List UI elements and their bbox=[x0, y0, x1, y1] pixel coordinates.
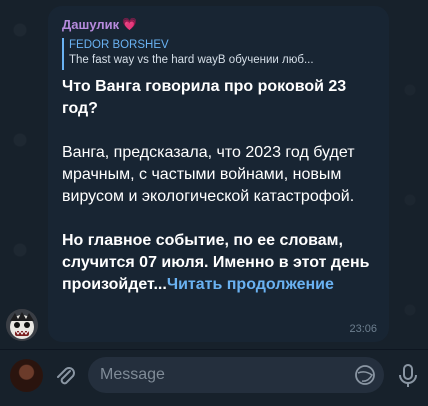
reply-preview[interactable]: FEDOR BORSHEV The fast way vs the hard w… bbox=[62, 38, 375, 70]
avatar-face-icon bbox=[6, 309, 38, 341]
message-composer: Message bbox=[0, 349, 428, 406]
reply-snippet: The fast way vs the hard wayВ обучении л… bbox=[69, 54, 314, 66]
emoji-icon[interactable] bbox=[354, 364, 376, 386]
message-text: Что Ванга говорила про роковой 23 год? В… bbox=[62, 76, 372, 296]
mic-icon[interactable] bbox=[396, 362, 420, 390]
message-input[interactable]: Message bbox=[88, 357, 384, 393]
sender-avatar[interactable] bbox=[6, 309, 38, 341]
heart-emoji: 💗 bbox=[122, 17, 138, 31]
sender-name-row[interactable]: Дашулик 💗 bbox=[62, 15, 375, 33]
message-title: Что Ванга говорила про роковой 23 год? bbox=[62, 78, 347, 117]
message-placeholder: Message bbox=[100, 366, 165, 383]
message-time: 23:06 bbox=[349, 323, 377, 335]
sender-name[interactable]: Дашулик bbox=[62, 17, 119, 32]
my-avatar[interactable] bbox=[10, 359, 43, 392]
attach-icon[interactable] bbox=[52, 363, 78, 389]
reply-author: FEDOR BORSHEV bbox=[69, 39, 169, 51]
read-more-link[interactable]: Читать продолжение bbox=[167, 276, 334, 293]
message-paragraph-2: Но главное событие, по ее словам, случит… bbox=[62, 230, 372, 296]
message-bubble[interactable]: Дашулик 💗 FEDOR BORSHEV The fast way vs … bbox=[48, 6, 389, 342]
message-paragraph-1: Ванга, предсказала, что 2023 год будет м… bbox=[62, 144, 355, 205]
